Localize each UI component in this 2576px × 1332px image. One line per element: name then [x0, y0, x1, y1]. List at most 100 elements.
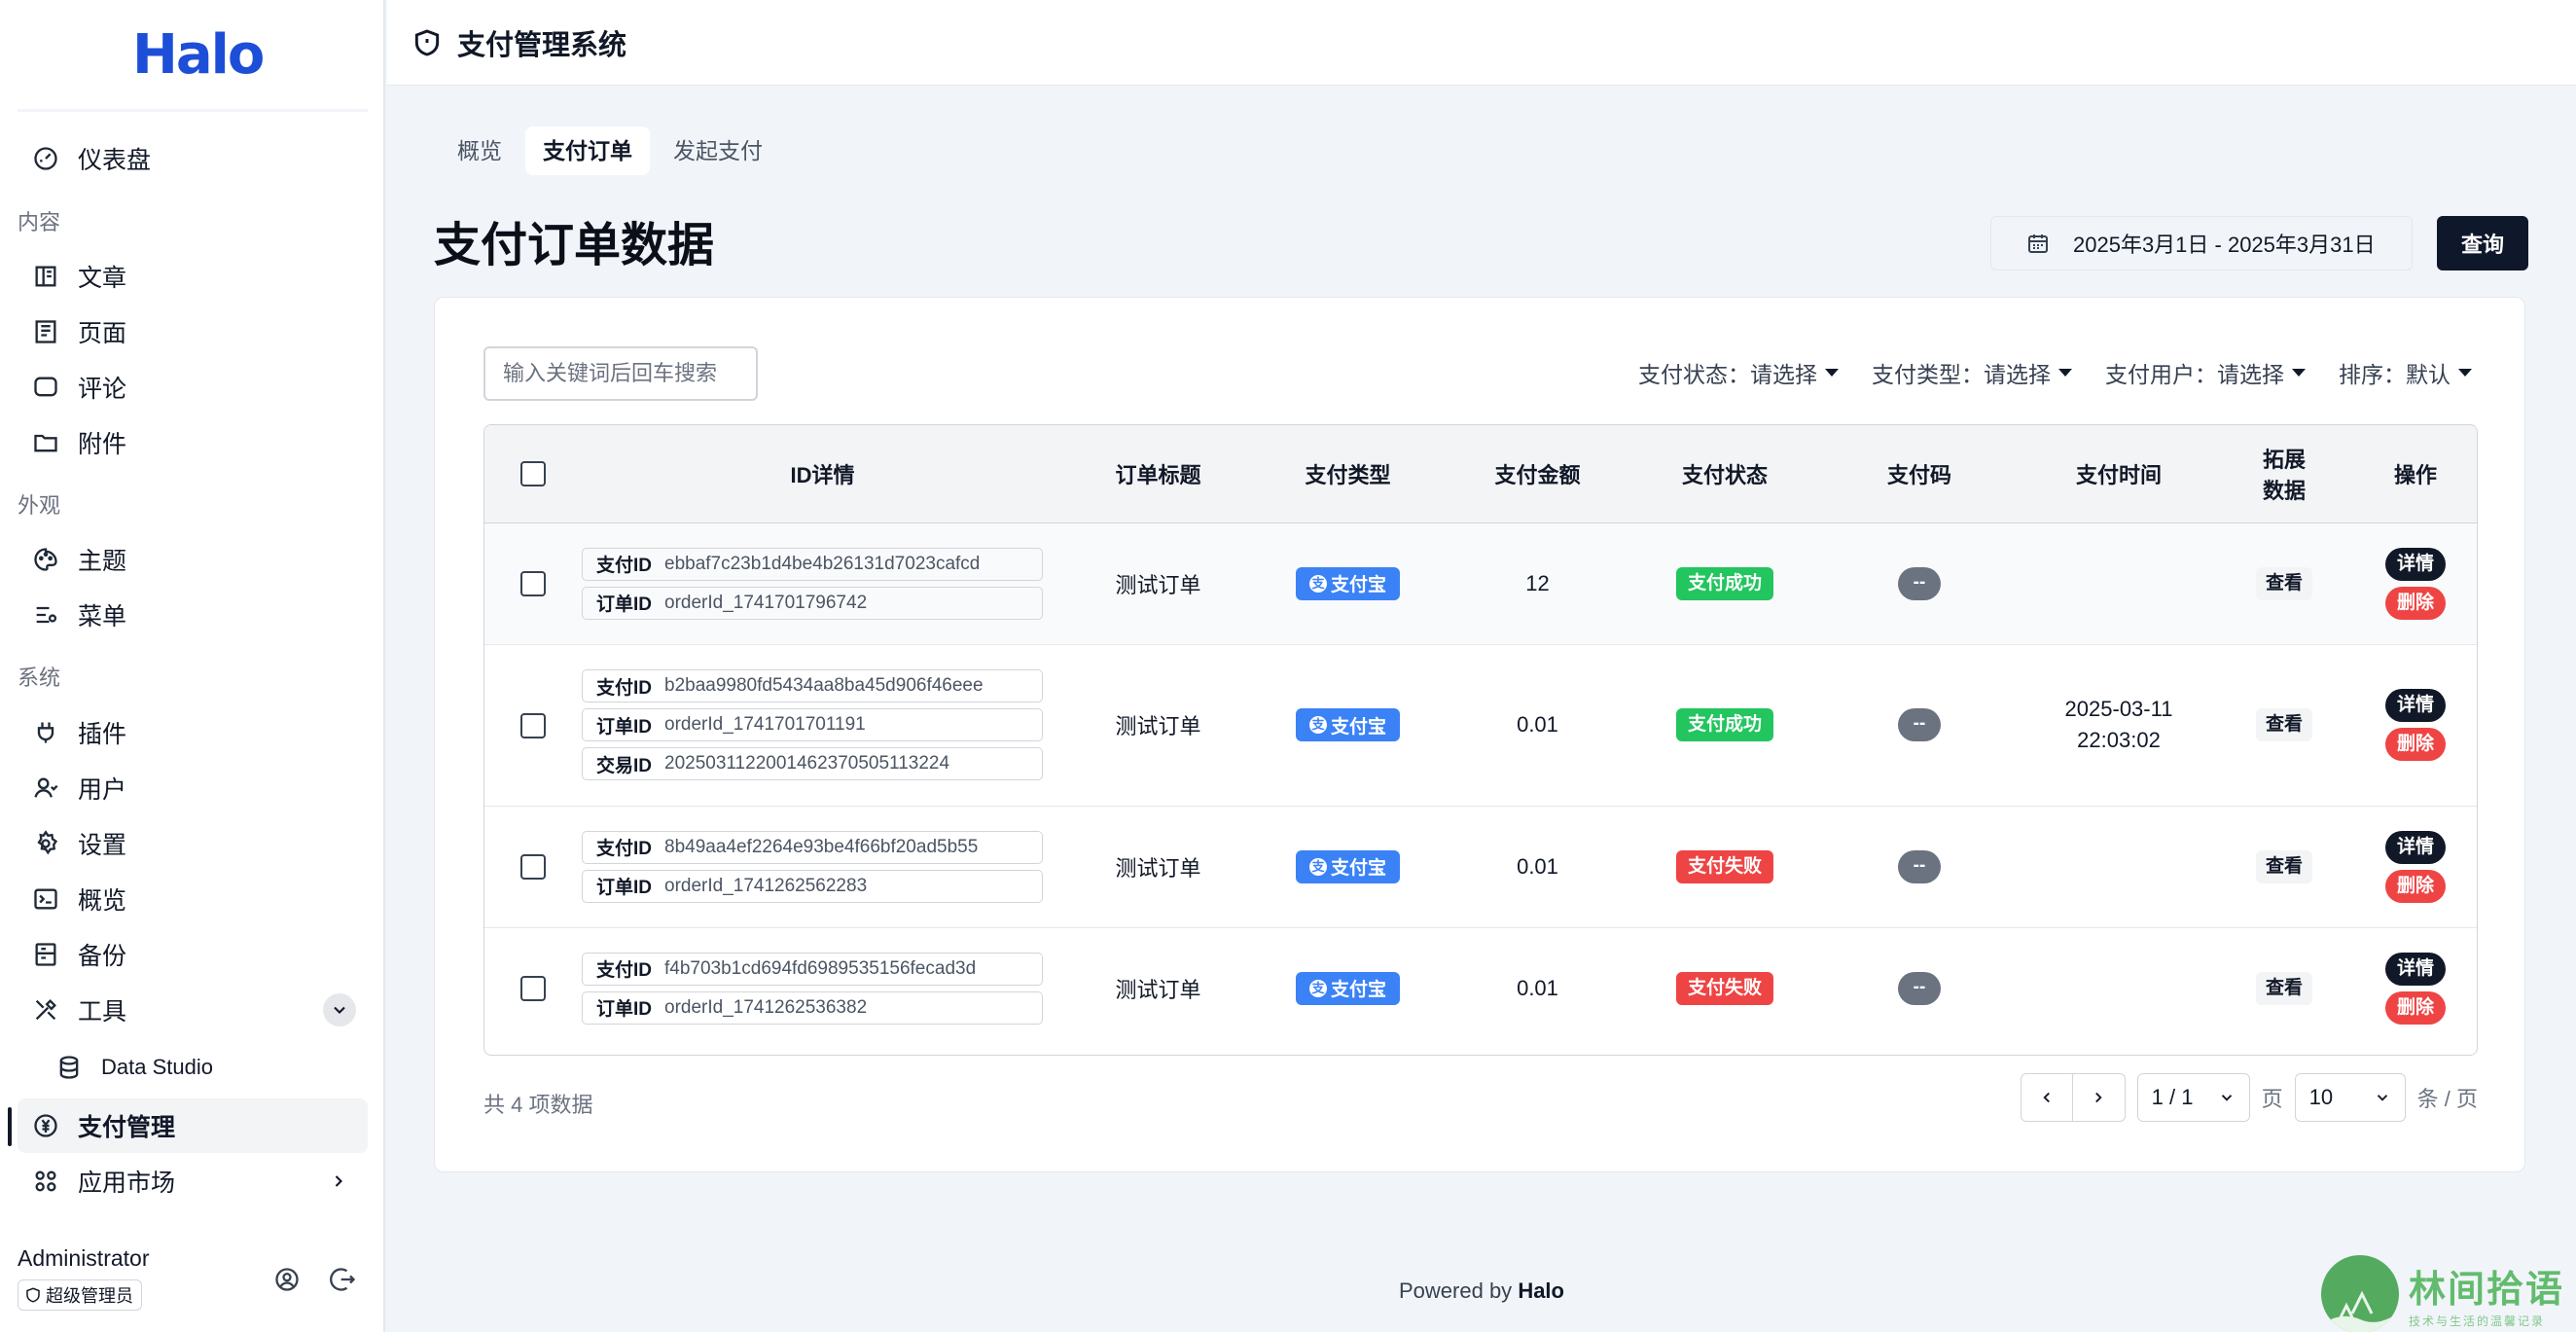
dashboard-icon: [31, 144, 60, 173]
sidebar-item-posts[interactable]: 文章: [18, 249, 368, 304]
chevron-down-icon: [2221, 1095, 2232, 1101]
id-pill: 订单ID orderId_1741701701191: [582, 708, 1043, 741]
tab-payment-orders[interactable]: 支付订单: [525, 126, 650, 175]
alipay-badge: 支支付宝: [1295, 971, 1400, 1005]
page-unit: 页: [2261, 1087, 2283, 1111]
next-page-button[interactable]: [2072, 1073, 2126, 1122]
id-value: orderId_1741262536382: [664, 996, 868, 1018]
filter-sort[interactable]: 排序：默认: [2339, 356, 2472, 389]
page-select[interactable]: 1 / 1: [2136, 1073, 2250, 1122]
watermark: 林间拾语 技术与生活的温馨记录: [2321, 1255, 2564, 1332]
id-key: 订单ID: [596, 594, 653, 615]
sidebar-item-attachments[interactable]: 附件: [18, 415, 368, 470]
footer-prefix: Powered by: [1399, 1278, 1513, 1303]
pay-code: --: [1897, 566, 1942, 600]
col-pay-time: 支付时间: [2021, 425, 2216, 523]
sidebar-item-plugins[interactable]: 插件: [18, 705, 368, 760]
filter-pay-user[interactable]: 支付用户：请选择: [2105, 356, 2306, 389]
delete-button[interactable]: 删除: [2384, 990, 2446, 1025]
tab-overview[interactable]: 概览: [440, 126, 519, 175]
id-key: 订单ID: [596, 999, 653, 1021]
halo-logo[interactable]: Halo: [132, 27, 265, 84]
row-checkbox[interactable]: [520, 712, 546, 738]
pay-code: --: [1897, 708, 1942, 741]
pay-type-label: 支付宝: [1330, 575, 1386, 595]
delete-button[interactable]: 删除: [2384, 586, 2446, 620]
sidebar-item-label: 概览: [78, 887, 127, 915]
row-checkbox[interactable]: [520, 854, 546, 881]
sidebar-item-overview[interactable]: 概览: [18, 872, 368, 926]
sidebar-item-label: 附件: [78, 431, 127, 458]
filter-pay-type[interactable]: 支付类型：请选择: [1872, 356, 2072, 389]
amount: 0.01: [1517, 975, 1558, 1000]
pay-time: [2021, 806, 2216, 928]
query-button[interactable]: 查询: [2437, 216, 2528, 270]
sidebar-item-app-market[interactable]: 应用市场: [18, 1154, 368, 1208]
sidebar-item-menus[interactable]: 菜单: [18, 588, 368, 642]
detail-button[interactable]: 详情: [2384, 689, 2446, 722]
footer: Powered by Halo: [387, 1278, 2576, 1304]
date-range-picker[interactable]: 2025年3月1日 - 2025年3月31日: [1990, 216, 2413, 270]
table-row: 支付ID b2baa9980fd5434aa8ba45d906f46eee 订单I…: [484, 644, 2477, 807]
id-pill: 交易ID 2025031122001462370505113224: [582, 747, 1043, 780]
detail-button[interactable]: 详情: [2384, 547, 2446, 581]
row-checkbox[interactable]: [520, 571, 546, 597]
delete-button[interactable]: 删除: [2384, 869, 2446, 903]
sidebar-item-themes[interactable]: 主题: [18, 532, 368, 587]
footer-brand[interactable]: Halo: [1518, 1278, 1564, 1303]
apps-icon: [31, 1167, 60, 1196]
select-all-checkbox[interactable]: [520, 461, 546, 487]
shield-icon: [411, 26, 444, 59]
view-ext-button[interactable]: 查看: [2255, 971, 2312, 1005]
sidebar-item-comments[interactable]: 评论: [18, 360, 368, 414]
sidebar-item-data-studio[interactable]: Data Studio: [41, 1040, 368, 1095]
sidebar-item-dashboard[interactable]: 仪表盘: [18, 131, 368, 186]
sidebar-item-users[interactable]: 用户: [18, 761, 368, 815]
tab-create-payment[interactable]: 发起支付: [656, 126, 780, 175]
detail-button[interactable]: 详情: [2384, 952, 2446, 986]
row-checkbox[interactable]: [520, 976, 546, 1002]
chevron-down-icon[interactable]: [323, 993, 356, 1026]
col-pay-type: 支付类型: [1253, 425, 1443, 523]
prev-page-button[interactable]: [2020, 1073, 2073, 1122]
page-size-select[interactable]: 10: [2294, 1073, 2406, 1122]
logout-icon[interactable]: [327, 1263, 360, 1296]
filter-pay-status[interactable]: 支付状态：请选择: [1638, 356, 1839, 389]
gear-icon: [31, 829, 60, 858]
view-ext-button[interactable]: 查看: [2255, 566, 2312, 600]
amount: 0.01: [1443, 644, 1632, 807]
order-title: 测试订单: [1063, 806, 1253, 928]
row-actions: 详情 删除: [2352, 689, 2477, 761]
view-ext-button[interactable]: 查看: [2255, 708, 2312, 741]
page-icon: [31, 317, 60, 346]
id-list: 支付ID ebbaf7c23b1d4be4b26131d7023cafcd 订单I…: [582, 547, 1063, 620]
sidebar-item-backup[interactable]: 备份: [18, 927, 368, 982]
database-icon: [54, 1053, 84, 1082]
sidebar-item-label: 主题: [78, 548, 127, 575]
col-order-title: 订单标题: [1063, 425, 1253, 523]
watermark-text: 林间拾语 技术与生活的温馨记录: [2409, 1259, 2564, 1329]
profile-icon[interactable]: [270, 1263, 304, 1296]
page-select-value: 1 / 1: [2151, 1085, 2194, 1109]
status-badge: 支付失败: [1675, 971, 1773, 1005]
id-key: 支付ID: [596, 556, 653, 576]
detail-button[interactable]: 详情: [2384, 830, 2446, 864]
alipay-icon: 支: [1308, 857, 1327, 876]
tools-icon: [31, 995, 60, 1025]
sidebar-item-payment[interactable]: 支付管理: [18, 1098, 368, 1153]
search-input[interactable]: [483, 346, 758, 401]
id-key: 交易ID: [596, 755, 653, 776]
sidebar-item-tools[interactable]: 工具: [18, 983, 368, 1037]
caret-down-icon: [1825, 369, 1839, 377]
sidebar-item-pages[interactable]: 页面: [18, 305, 368, 359]
book-icon: [31, 262, 60, 291]
status-badge: 支付成功: [1675, 566, 1773, 600]
delete-button[interactable]: 删除: [2384, 728, 2446, 761]
view-ext-button[interactable]: 查看: [2255, 849, 2312, 883]
logo-divider: [18, 109, 368, 112]
sidebar-item-label: 应用市场: [78, 1170, 176, 1197]
header-title: 支付管理系统: [457, 29, 627, 61]
id-value: ebbaf7c23b1d4be4b26131d7023cafcd: [664, 553, 981, 574]
pay-time: [2021, 522, 2216, 645]
sidebar-item-settings[interactable]: 设置: [18, 816, 368, 871]
